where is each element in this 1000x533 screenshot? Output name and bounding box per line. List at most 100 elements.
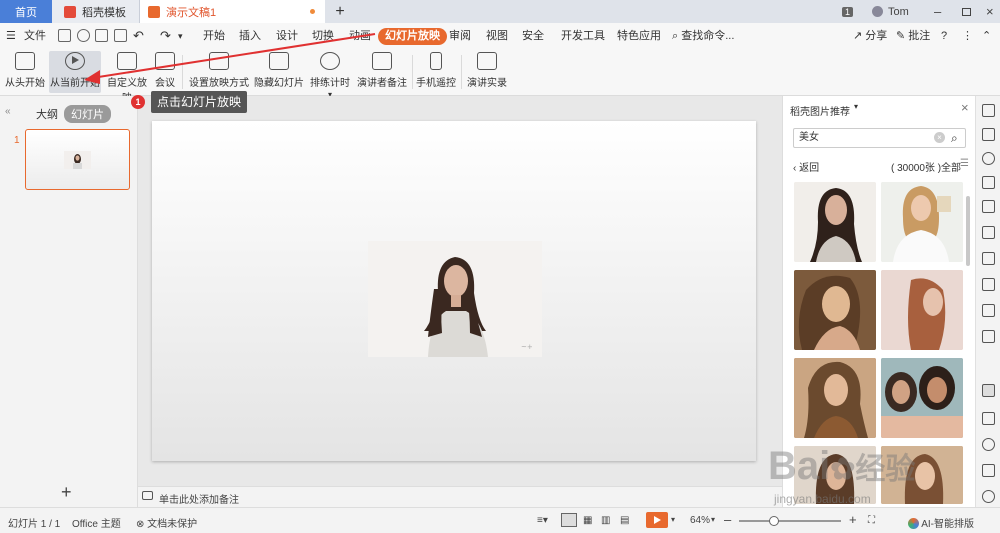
play-icon bbox=[654, 516, 661, 524]
image-result[interactable] bbox=[794, 358, 876, 438]
ai-layout-label: AI-智能排版 bbox=[921, 519, 975, 530]
menu-features[interactable]: 特色应用 bbox=[617, 28, 661, 44]
tab-outline[interactable]: 大纲 bbox=[36, 106, 58, 122]
slide-thumbnail[interactable] bbox=[25, 129, 130, 190]
theme-name[interactable]: Office 主题 bbox=[72, 515, 121, 530]
notes-toggle-icon[interactable]: ≡▾ bbox=[537, 515, 548, 526]
pin-icon[interactable] bbox=[982, 104, 995, 117]
tab-docer-label: 稻壳模板 bbox=[82, 6, 126, 19]
menu-slideshow[interactable]: 幻灯片放映 bbox=[378, 28, 447, 45]
user-account[interactable]: Tom bbox=[872, 0, 909, 23]
menu-review[interactable]: 审阅 bbox=[449, 28, 471, 44]
result-count-label: ( 30000张 ) bbox=[891, 163, 942, 174]
comment-label: 批注 bbox=[908, 30, 931, 42]
panel-dropdown-icon[interactable]: ▾ bbox=[854, 102, 858, 111]
zoom-slider[interactable] bbox=[739, 516, 841, 526]
thumbnail-photo bbox=[64, 151, 91, 169]
more-icon[interactable]: ⋮ bbox=[962, 28, 973, 44]
search-icon[interactable]: ⌕ bbox=[951, 129, 958, 147]
play-options-icon[interactable]: ▾ bbox=[671, 515, 675, 524]
settings-icon[interactable] bbox=[982, 464, 995, 477]
tab-home[interactable]: 首页 bbox=[0, 0, 52, 23]
hamburger-icon[interactable]: ☰ bbox=[6, 28, 16, 44]
play-from-start-label: 从头开始 bbox=[5, 78, 45, 89]
title-bar: 首页 稻壳模板 演示文稿1 + 1 Tom – × bbox=[0, 0, 1000, 23]
filter-menu-icon[interactable]: ☰ bbox=[960, 158, 969, 169]
fill-icon[interactable] bbox=[982, 176, 995, 189]
menu-view[interactable]: 视图 bbox=[486, 28, 508, 44]
video-record-icon bbox=[477, 52, 497, 70]
image-result[interactable] bbox=[881, 270, 963, 350]
menu-file[interactable]: 文件 bbox=[24, 28, 46, 44]
notes-placeholder: 单击此处添加备注 bbox=[159, 495, 239, 506]
phone-remote-button[interactable]: 手机遥控 bbox=[416, 51, 456, 93]
image-search-input[interactable]: 美女 × ⌕ bbox=[793, 128, 966, 148]
protect-status[interactable]: ⊗ 文档未保护 bbox=[136, 515, 197, 530]
image-result[interactable] bbox=[881, 182, 963, 262]
result-count: ( 30000张 )全部 bbox=[891, 159, 961, 174]
notes-bar[interactable]: 单击此处添加备注 bbox=[138, 486, 782, 507]
shield-icon: ⊗ bbox=[136, 519, 148, 530]
share-icon: ↗ bbox=[853, 30, 863, 42]
filter-label[interactable]: 全部 bbox=[941, 163, 961, 174]
animation-icon[interactable] bbox=[982, 226, 995, 239]
back-button[interactable]: ‹ 返回 bbox=[793, 159, 819, 174]
zoom-in-icon[interactable]: + bbox=[849, 512, 857, 527]
help-icon[interactable]: ? bbox=[941, 28, 947, 44]
panel-scrollbar[interactable] bbox=[966, 196, 970, 266]
copy-icon[interactable] bbox=[982, 128, 995, 141]
play-slideshow-button[interactable] bbox=[646, 512, 668, 528]
step-badge: 1 bbox=[131, 95, 145, 109]
help-icon[interactable] bbox=[982, 490, 995, 503]
layout-icon[interactable] bbox=[982, 278, 995, 291]
zoom-slider-thumb[interactable] bbox=[768, 516, 779, 526]
archive-icon[interactable] bbox=[982, 330, 995, 343]
baidu-watermark: Bai✿经验 jingyan.baidu.com bbox=[760, 440, 980, 510]
slide-photo[interactable]: ~+ bbox=[368, 241, 542, 357]
audio-icon[interactable] bbox=[982, 412, 995, 425]
fit-window-icon[interactable]: ⛶ bbox=[868, 515, 875, 526]
protect-label: 文档未保护 bbox=[147, 519, 198, 530]
comment-button[interactable]: ✎ 批注 bbox=[896, 28, 930, 44]
clear-icon[interactable]: × bbox=[934, 132, 945, 143]
zoom-dropdown-icon[interactable]: ▾ bbox=[711, 515, 715, 524]
slide-canvas[interactable]: ~+ bbox=[152, 121, 756, 461]
tab-presentation[interactable]: 演示文稿1 bbox=[140, 0, 325, 23]
reading-view-icon[interactable]: ▥ bbox=[601, 515, 610, 526]
download-icon[interactable] bbox=[982, 438, 995, 451]
sliders-icon[interactable] bbox=[982, 252, 995, 265]
image-icon[interactable] bbox=[982, 384, 995, 397]
collapse-panel-icon[interactable]: « bbox=[5, 106, 11, 117]
new-tab-button[interactable]: + bbox=[332, 0, 348, 23]
image-result[interactable] bbox=[794, 270, 876, 350]
tab-home-label: 首页 bbox=[15, 6, 37, 19]
presenter-view-icon[interactable]: ▤ bbox=[620, 515, 629, 526]
zoom-out-icon[interactable]: – bbox=[724, 512, 731, 527]
zoom-level[interactable]: 64% bbox=[690, 515, 710, 526]
close-panel-icon[interactable]: × bbox=[961, 100, 969, 115]
slide-sorter-icon[interactable]: ▦ bbox=[583, 515, 592, 526]
export-icon[interactable] bbox=[982, 304, 995, 317]
menu-developer[interactable]: 开发工具 bbox=[561, 28, 605, 44]
tab-docer-templates[interactable]: 稻壳模板 bbox=[52, 0, 140, 23]
page-badge-label: 1 bbox=[842, 6, 854, 17]
record-show-button[interactable]: 演讲实录 bbox=[466, 51, 508, 93]
slides-panel: « 大纲 幻灯片 1 + bbox=[0, 96, 138, 507]
command-search[interactable]: ⌕ 查找命令... bbox=[672, 28, 734, 44]
grid-icon[interactable] bbox=[982, 200, 995, 213]
play-from-start-button[interactable]: 从头开始 bbox=[4, 51, 46, 93]
image-result[interactable] bbox=[881, 358, 963, 438]
restore-button[interactable] bbox=[962, 0, 971, 23]
collapse-ribbon-icon[interactable]: ⌃ bbox=[982, 28, 991, 44]
annotation-arrow bbox=[84, 33, 376, 84]
normal-view-icon[interactable] bbox=[561, 513, 577, 527]
menu-security[interactable]: 安全 bbox=[522, 28, 544, 44]
add-slide-button[interactable]: + bbox=[61, 482, 72, 503]
ai-layout-button[interactable]: AI-智能排版 bbox=[908, 515, 974, 530]
minimize-button[interactable]: – bbox=[934, 0, 941, 23]
shapes-icon[interactable] bbox=[982, 152, 995, 165]
close-button[interactable]: × bbox=[986, 0, 994, 23]
share-button[interactable]: ↗ 分享 bbox=[853, 28, 887, 44]
tab-slides[interactable]: 幻灯片 bbox=[64, 105, 111, 123]
image-result[interactable] bbox=[794, 182, 876, 262]
